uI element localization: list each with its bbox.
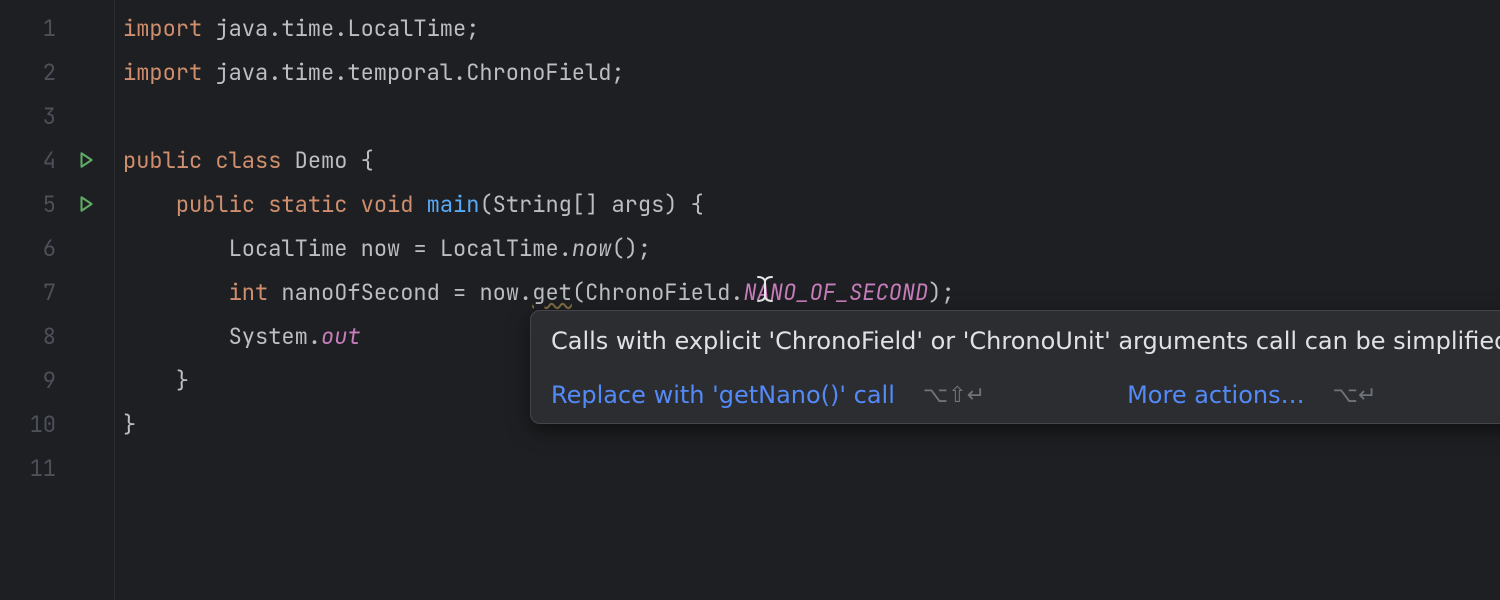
inspection-tooltip: Calls with explicit 'ChronoField' or 'Ch…: [530, 310, 1500, 424]
line-number: 6: [43, 234, 56, 263]
line-number: 11: [30, 454, 56, 483]
more-actions-link[interactable]: More actions…: [1127, 381, 1305, 409]
gutter: 1 2 3 4 5 6 7 8 9 10 11: [0, 0, 115, 600]
gutter-line[interactable]: 2: [0, 50, 114, 94]
param: args: [611, 190, 664, 219]
paren: (: [479, 190, 492, 219]
brace: }: [176, 366, 189, 395]
gutter-line[interactable]: 5: [0, 182, 114, 226]
gutter-line[interactable]: 6: [0, 226, 114, 270]
type: String: [493, 190, 572, 219]
variable: now: [479, 278, 519, 307]
paren: );: [928, 278, 954, 307]
code-line[interactable]: int nanoOfSecond = now.get(ChronoField.N…: [123, 270, 1500, 314]
keyword: class: [215, 146, 281, 175]
type: LocalTime: [229, 234, 348, 263]
code-line[interactable]: public class Demo {: [123, 138, 1500, 182]
gutter-line[interactable]: 7: [0, 270, 114, 314]
run-icon[interactable]: [76, 150, 96, 170]
brace: }: [123, 410, 136, 439]
paren: (: [572, 278, 585, 307]
operator: =: [453, 278, 479, 307]
line-number: 1: [43, 14, 56, 43]
tooltip-actions: Replace with 'getNano()' call ⌥⇧↵ More a…: [551, 381, 1500, 409]
tooltip-title: Calls with explicit 'ChronoField' or 'Ch…: [551, 327, 1500, 355]
dot: .: [308, 322, 321, 351]
line-number: 8: [43, 322, 56, 351]
package-path: java.time.temporal.ChronoField;: [202, 58, 624, 87]
gutter-line[interactable]: 10: [0, 402, 114, 446]
method-name: main: [427, 190, 480, 219]
gutter-line[interactable]: 9: [0, 358, 114, 402]
dot: .: [559, 234, 572, 263]
static-field: out: [321, 322, 361, 351]
code-line[interactable]: import java.time.temporal.ChronoField;: [123, 50, 1500, 94]
line-number: 10: [30, 410, 56, 439]
code-line[interactable]: import java.time.LocalTime;: [123, 6, 1500, 50]
code-line[interactable]: [123, 446, 1500, 490]
gutter-line[interactable]: 1: [0, 6, 114, 50]
line-number: 4: [43, 146, 56, 175]
keyword: import: [123, 14, 202, 43]
code-editor: 1 2 3 4 5 6 7 8 9 10 11 import java.time…: [0, 0, 1500, 600]
code-line[interactable]: public static void main(String[] args) {: [123, 182, 1500, 226]
paren: ();: [611, 234, 651, 263]
line-number: 5: [43, 190, 56, 219]
inspection-highlight[interactable]: get: [532, 278, 572, 307]
quickfix-link[interactable]: Replace with 'getNano()' call: [551, 381, 895, 409]
gutter-line[interactable]: 11: [0, 446, 114, 490]
keyword: int: [229, 278, 269, 307]
operator: =: [413, 234, 439, 263]
gutter-line[interactable]: 4: [0, 138, 114, 182]
brace: {: [347, 146, 373, 175]
package-path: java.time.LocalTime;: [202, 14, 479, 43]
gutter-line[interactable]: 3: [0, 94, 114, 138]
enum-constant: NANO_OF_SECOND: [743, 278, 928, 307]
keyword: public: [176, 190, 255, 219]
keyword: void: [361, 190, 414, 219]
variable: nanoOfSecond: [268, 278, 453, 307]
keyword: public: [123, 146, 202, 175]
dot: .: [519, 278, 532, 307]
code-area[interactable]: import java.time.LocalTime; import java.…: [115, 0, 1500, 600]
line-number: 3: [43, 102, 56, 131]
code-line[interactable]: [123, 94, 1500, 138]
class-name: Demo: [295, 146, 348, 175]
gutter-line[interactable]: 8: [0, 314, 114, 358]
code-line[interactable]: LocalTime now = LocalTime.now();: [123, 226, 1500, 270]
shortcut-hint: ⌥⇧↵: [923, 383, 985, 408]
line-number: 2: [43, 58, 56, 87]
line-number: 7: [43, 278, 56, 307]
paren: ) {: [664, 190, 704, 219]
keyword: static: [268, 190, 347, 219]
static-method: now: [572, 234, 612, 263]
type: ChronoField: [585, 278, 730, 307]
dot: .: [730, 278, 743, 307]
variable: now: [347, 234, 413, 263]
brackets: []: [572, 190, 612, 219]
run-icon[interactable]: [76, 194, 96, 214]
type: LocalTime: [440, 234, 559, 263]
line-number: 9: [43, 366, 56, 395]
shortcut-hint: ⌥↵: [1333, 383, 1377, 408]
type: System: [229, 322, 308, 351]
keyword: import: [123, 58, 202, 87]
